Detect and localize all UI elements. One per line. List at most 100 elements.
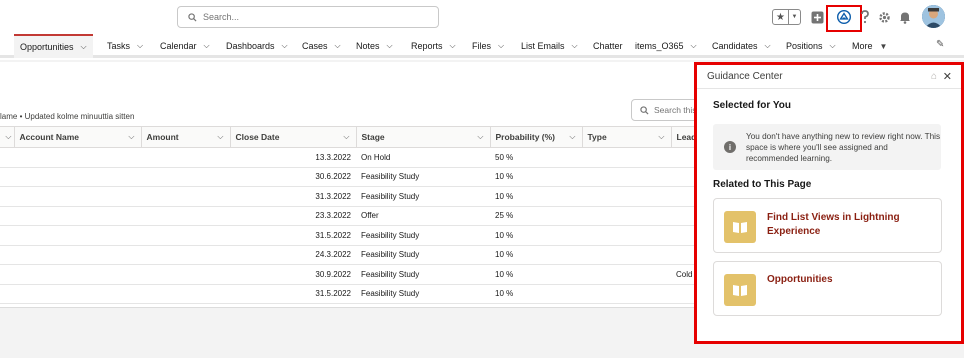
column-header-label: Probability (%) [495,132,556,142]
table-row[interactable]: 23.3.2022 Offer 25 % [0,206,700,226]
list-meta-text: lame • Updated kolme minuuttia sitten [0,112,135,121]
guidance-highlight-box [826,5,862,32]
table-row[interactable]: 24.3.2022 Feasibility Study 10 % [0,245,700,265]
column-header-label: Account Name [19,132,80,142]
tab-notes[interactable]: Notes ⌵ [356,34,393,58]
tab-label: Reports [411,41,443,51]
close-date-cell: 31.3.2022 [230,186,356,207]
close-icon[interactable]: ✕ [943,70,952,83]
column-header-amount[interactable]: Amount ⌵ [141,126,231,148]
tab-cases[interactable]: Cases ⌵ [302,34,341,58]
guidance-card-opportunities[interactable]: Opportunities [713,261,942,316]
column-header-type[interactable]: Type ⌵ [582,126,672,148]
column-header-label: Amount [146,132,179,142]
tab-calendar[interactable]: Calendar ⌵ [160,34,210,58]
column-header-probability[interactable]: Probability (%) ⌵ [490,126,583,148]
stage-cell: Feasibility Study [356,284,490,304]
list-search-placeholder: Search this [654,105,697,115]
chevron-down-icon[interactable]: ⌵ [477,132,483,142]
tab-reports[interactable]: Reports ⌵ [411,34,456,58]
chevron-down-icon[interactable]: ⌵ [830,41,836,51]
add-icon[interactable] [810,10,824,24]
probability-cell: 10 % [490,167,582,187]
edit-pencil-icon[interactable]: ✎ [936,39,944,50]
chevron-down-icon[interactable]: ⌵ [204,41,210,51]
home-icon[interactable]: ⌂ [931,71,937,82]
tab-label: items_O365 [635,41,684,51]
close-date-cell: 31.5.2022 [230,225,356,246]
chevron-down-icon[interactable]: ⌵ [5,132,11,142]
tab-dashboards[interactable]: Dashboards ⌵ [226,34,288,58]
chevron-down-icon[interactable]: ⌵ [658,132,664,142]
avatar[interactable] [922,5,945,28]
app-navigation-bar: Opportunities ⌵ Tasks ⌵ Calendar ⌵ Dashboar… [0,34,964,58]
tab-candidates[interactable]: Candidates ⌵ [712,34,771,58]
favorites-dropdown-icon[interactable]: ▼ [789,10,800,24]
search-icon [188,12,197,22]
global-search-input[interactable]: Search... [177,6,439,28]
info-message: i You don't have anything new to review … [713,124,941,170]
chevron-down-icon[interactable]: ⌵ [81,42,87,52]
table-row[interactable]: 30.9.2022 Feasibility Study 10 % Cold [0,264,700,285]
tab-label: List Emails [521,41,565,51]
stage-cell: Feasibility Study [356,225,490,246]
probability-cell: 10 % [490,264,582,285]
tab-label: More [852,41,873,51]
probability-cell: 10 % [490,225,582,246]
column-header-account-name[interactable]: Account Name ⌵ [14,126,142,148]
chevron-down-icon[interactable]: ⌵ [282,41,288,51]
chevron-down-icon[interactable]: ⌵ [572,41,578,51]
tab-items-o365[interactable]: items_O365 ⌵ [635,34,697,58]
tab-files[interactable]: Files ⌵ [472,34,504,58]
global-search-placeholder: Search... [203,12,240,22]
table-row[interactable]: 30.6.2022 Feasibility Study 10 % [0,167,700,187]
chevron-down-icon[interactable]: ⌵ [569,132,575,142]
guidance-card-title[interactable]: Opportunities [767,273,937,287]
tab-tasks[interactable]: Tasks ⌵ [107,34,143,58]
chevron-down-icon[interactable]: ⌵ [335,41,341,51]
stage-cell: On Hold [356,147,490,168]
chevron-down-icon[interactable]: ⌵ [691,41,697,51]
stage-cell: Feasibility Study [356,264,490,285]
column-header-label: Stage [361,132,385,142]
column-header-select[interactable]: ⌵ [0,126,15,148]
tab-opportunities[interactable]: Opportunities ⌵ [14,34,93,58]
bell-icon[interactable] [898,10,912,24]
table-row[interactable]: 31.5.2022 Feasibility Study 10 % [0,225,700,246]
guidance-card-find-list-views[interactable]: Find List Views in Lightning Experience [713,198,942,253]
chevron-down-icon[interactable]: ⌵ [343,132,349,142]
list-search-input[interactable]: Search this [631,99,701,121]
close-date-cell: 24.3.2022 [230,245,356,265]
tab-list-emails[interactable]: List Emails ⌵ [521,34,578,58]
book-icon [724,274,756,306]
column-header-stage[interactable]: Stage ⌵ [356,126,491,148]
table-row[interactable]: 31.3.2022 Feasibility Study 10 % [0,186,700,207]
star-icon[interactable]: ★ [773,10,789,24]
caret-down-icon[interactable]: ▼ [880,42,888,51]
stage-cell: Offer [356,206,490,226]
chevron-down-icon[interactable]: ⌵ [498,41,504,51]
probability-cell: 10 % [490,186,582,207]
help-icon[interactable] [858,10,872,24]
chevron-down-icon[interactable]: ⌵ [128,132,134,142]
favorites-button[interactable]: ★ ▼ [772,9,801,25]
guidance-card-title[interactable]: Find List Views in Lightning Experience [767,211,937,239]
column-header-close-date[interactable]: Close Date ⌵ [230,126,357,148]
table-row[interactable]: 31.5.2022 Feasibility Study 10 % [0,284,700,304]
related-to-page-heading: Related to This Page [713,179,812,190]
tab-positions[interactable]: Positions ⌵ [786,34,836,58]
chevron-down-icon[interactable]: ⌵ [450,41,456,51]
table-row[interactable]: 13.3.2022 On Hold 50 % [0,147,700,168]
tab-label: Cases [302,41,328,51]
tab-chatter[interactable]: Chatter [593,34,623,58]
chevron-down-icon[interactable]: ⌵ [765,41,771,51]
gear-icon[interactable] [877,10,891,24]
chevron-down-icon[interactable]: ⌵ [137,41,143,51]
tab-more[interactable]: More ▼ [852,34,887,58]
list-view-card: lame • Updated kolme minuuttia sitten Se… [0,62,701,308]
tab-label: Notes [356,41,380,51]
chevron-down-icon[interactable]: ⌵ [217,132,223,142]
close-date-cell: 23.3.2022 [230,206,356,226]
chevron-down-icon[interactable]: ⌵ [387,41,393,51]
probability-cell: 10 % [490,284,582,304]
